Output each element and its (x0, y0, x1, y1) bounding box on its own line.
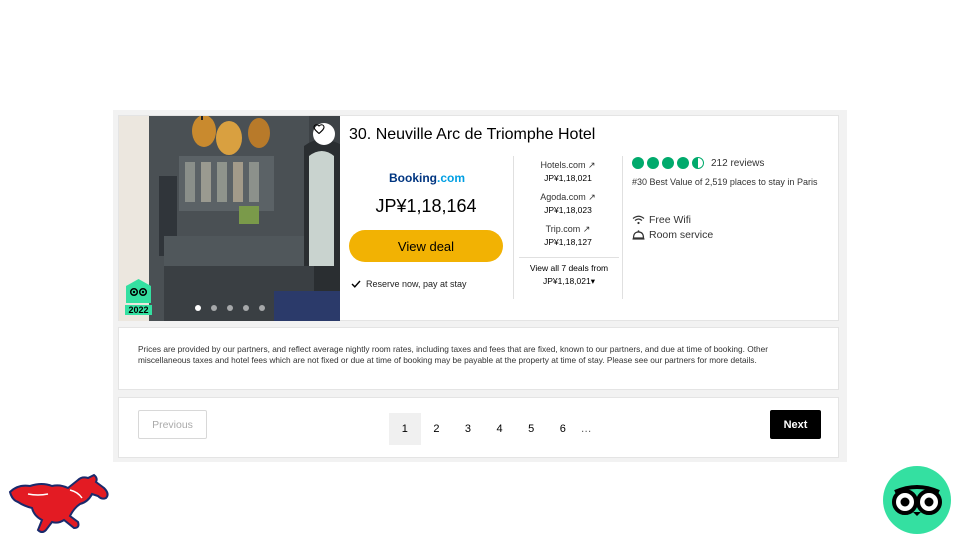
carousel-dot[interactable] (195, 305, 201, 311)
partner-price: JP¥1,18,023 (544, 205, 592, 215)
reserve-note: Reserve now, pay at stay (351, 279, 467, 289)
page-numbers: 1 2 3 4 5 6 … (389, 413, 592, 445)
external-link-icon: ↗ (582, 224, 591, 234)
page-link[interactable]: 3 (452, 413, 484, 445)
hotel-title[interactable]: 30. Neuville Arc de Triomphe Hotel (349, 126, 595, 144)
page-link[interactable]: 2 (421, 413, 453, 445)
checkmark-icon (351, 280, 361, 288)
room-service-icon (632, 229, 645, 240)
partner-offers: Hotels.com ↗ JP¥1,18,021 Agoda.com ↗ JP¥… (517, 160, 619, 256)
partner-name[interactable]: Hotels.com ↗ (517, 160, 619, 171)
amenity-item: Room service (632, 227, 713, 242)
award-year: 2022 (125, 305, 152, 315)
view-all-deals-label: View all 7 deals from (529, 263, 609, 273)
photo-carousel-dots[interactable] (195, 305, 265, 311)
carousel-dot[interactable] (211, 305, 217, 311)
rating-row[interactable]: 212 reviews (632, 157, 764, 169)
amenity-label: Room service (649, 228, 714, 241)
amenities-list: Free Wifi Room service (632, 212, 713, 242)
next-button[interactable]: Next (770, 410, 821, 439)
carousel-dot[interactable] (259, 305, 265, 311)
save-heart-button[interactable] (313, 123, 335, 145)
partner-name[interactable]: Agoda.com ↗ (517, 192, 619, 203)
reserve-note-text: Reserve now, pay at stay (366, 279, 467, 289)
provider-suffix: .com (437, 171, 466, 185)
rating-bubble-icon (632, 157, 644, 169)
review-count[interactable]: 212 reviews (711, 158, 764, 169)
main-price: JP¥1,18,164 (375, 196, 477, 216)
wifi-icon (632, 215, 645, 224)
rating-bubble-icon (662, 157, 674, 169)
tripadvisor-logo (883, 466, 951, 534)
divider (622, 156, 623, 299)
page-link[interactable]: 4 (484, 413, 516, 445)
heart-icon (313, 124, 325, 134)
rating-half-bubble-icon (692, 157, 704, 169)
pagination-ellipsis: … (580, 423, 592, 435)
external-link-icon: ↗ (587, 160, 596, 170)
hotel-photo[interactable]: 2022 (119, 116, 340, 321)
mustang-horse-icon (8, 473, 109, 533)
carousel-dot[interactable] (227, 305, 233, 311)
provider-name: Booking (389, 171, 437, 185)
value-ranking: #30 Best Value of 2,519 places to stay i… (632, 177, 818, 187)
page-link-current[interactable]: 1 (389, 413, 421, 445)
page-link[interactable]: 5 (515, 413, 547, 445)
view-deal-button[interactable]: View deal (349, 230, 503, 262)
divider (513, 156, 514, 299)
rating-bubble-icon (677, 157, 689, 169)
caret-down-icon: ▾ (590, 276, 595, 286)
amenity-label: Free Wifi (649, 213, 691, 226)
partner-offer[interactable]: Trip.com ↗ JP¥1,18,127 (517, 224, 619, 256)
carousel-dot[interactable] (243, 305, 249, 311)
divider (519, 257, 619, 258)
partner-name[interactable]: Trip.com ↗ (517, 224, 619, 235)
travellers-choice-badge: 2022 (125, 279, 152, 315)
owl-eyes-icon (892, 485, 942, 516)
rating-bubble-icon (647, 157, 659, 169)
price-disclaimer: Prices are provided by our partners, and… (118, 327, 839, 390)
view-all-deals-dropdown[interactable]: View all 7 deals from JP¥1,18,021▾ (517, 262, 621, 288)
award-badge-icon (126, 279, 151, 303)
previous-button[interactable]: Previous (138, 410, 207, 439)
hotel-card[interactable]: 2022 30. Neuville Arc de Triomphe Hotel … (118, 115, 839, 321)
amenity-item: Free Wifi (632, 212, 713, 227)
external-link-icon: ↗ (588, 192, 596, 202)
pagination: Previous 1 2 3 4 5 6 … Next (118, 397, 839, 458)
view-all-deals-price: JP¥1,18,021 (542, 276, 591, 286)
provider-logo: Booking.com (389, 171, 465, 185)
partner-price: JP¥1,18,127 (544, 237, 592, 247)
page-link[interactable]: 6 (547, 413, 579, 445)
partner-offer[interactable]: Agoda.com ↗ JP¥1,18,023 (517, 192, 619, 224)
partner-price: JP¥1,18,021 (544, 173, 592, 183)
partner-offer[interactable]: Hotels.com ↗ JP¥1,18,021 (517, 160, 619, 192)
mustang-logo (8, 472, 112, 534)
